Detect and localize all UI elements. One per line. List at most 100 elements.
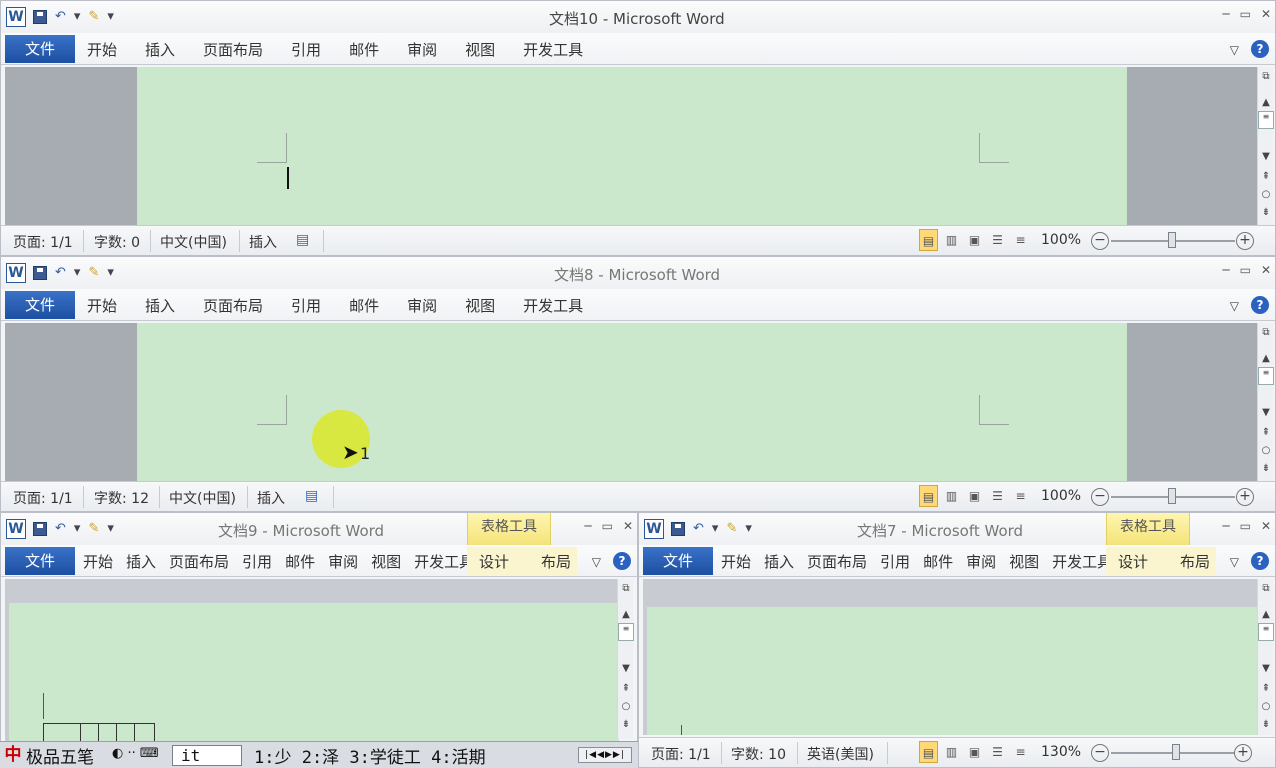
tab-references[interactable]: 引用 [291, 39, 321, 60]
web-layout-icon[interactable]: ▣ [965, 741, 984, 763]
minimize-icon[interactable]: ─ [1222, 7, 1229, 21]
scroll-down-icon[interactable]: ▼ [1258, 663, 1274, 674]
help-icon[interactable]: ? [613, 552, 631, 570]
undo-dropdown-icon[interactable]: ▾ [74, 264, 81, 282]
scroll-thumb[interactable]: ≡ [1258, 111, 1274, 129]
tab-view[interactable]: 视图 [465, 295, 495, 316]
full-screen-reading-icon[interactable]: ▥ [942, 485, 961, 507]
scroll-down-icon[interactable]: ▼ [1258, 151, 1274, 162]
minimize-icon[interactable]: ─ [584, 519, 591, 533]
language[interactable]: 英语(美国) [807, 744, 874, 764]
print-layout-icon[interactable]: ▤ [919, 229, 938, 251]
tab-home[interactable]: 开始 [83, 551, 113, 572]
browse-object-icon[interactable]: ○ [1258, 445, 1274, 456]
tab-review[interactable]: 审阅 [407, 39, 437, 60]
zoom-level[interactable]: 100% [1041, 232, 1081, 248]
restore-icon[interactable]: ▭ [1240, 519, 1251, 533]
format-painter-icon[interactable]: ✎ [88, 8, 99, 26]
document-page[interactable] [137, 323, 1127, 483]
word-logo-icon[interactable]: W [6, 519, 26, 539]
tab-layout[interactable]: 布局 [541, 551, 571, 572]
tab-page-layout[interactable]: 页面布局 [807, 551, 867, 572]
tab-file[interactable]: 文件 [5, 35, 75, 63]
ribbon-chevron-icon[interactable]: ▽ [592, 555, 601, 569]
save-icon[interactable] [33, 266, 47, 280]
document-page[interactable] [9, 603, 619, 754]
tab-page-layout[interactable]: 页面布局 [169, 551, 229, 572]
undo-dropdown-icon[interactable]: ▾ [74, 520, 81, 538]
undo-dropdown-icon[interactable]: ▾ [712, 520, 719, 538]
vertical-scrollbar[interactable]: ⧉ ▲ ≡ ▼ ⇞ ○ ⇟ [1257, 67, 1274, 227]
help-icon[interactable]: ? [1251, 552, 1269, 570]
ruler-toggle-icon[interactable]: ⧉ [1258, 583, 1274, 594]
customize-qat-icon[interactable]: ▾ [107, 520, 114, 538]
outline-icon[interactable]: ☰ [988, 741, 1007, 763]
prev-page-icon[interactable]: ⇞ [1258, 171, 1274, 182]
tab-mailings[interactable]: 邮件 [285, 551, 315, 572]
tab-design[interactable]: 设计 [1118, 551, 1148, 572]
undo-icon[interactable]: ↶ [55, 520, 66, 538]
draft-icon[interactable]: ≡ [1011, 741, 1030, 763]
tab-insert[interactable]: 插入 [145, 39, 175, 60]
browse-object-icon[interactable]: ○ [1258, 189, 1274, 200]
ime-logo-icon[interactable]: 中 [2, 744, 24, 766]
language[interactable]: 中文(中国) [169, 488, 236, 508]
zoom-slider-thumb[interactable] [1168, 232, 1176, 248]
ribbon-chevron-icon[interactable]: ▽ [1230, 555, 1239, 569]
scroll-up-icon[interactable]: ▲ [618, 609, 634, 620]
outline-icon[interactable]: ☰ [988, 229, 1007, 251]
full-screen-reading-icon[interactable]: ▥ [942, 229, 961, 251]
tab-references[interactable]: 引用 [242, 551, 272, 572]
browse-object-icon[interactable]: ○ [1258, 701, 1274, 712]
tab-file[interactable]: 文件 [5, 547, 75, 575]
insert-mode[interactable]: 插入 [249, 232, 277, 252]
prev-page-icon[interactable]: ⇞ [1258, 427, 1274, 438]
undo-icon[interactable]: ↶ [55, 264, 66, 282]
undo-icon[interactable]: ↶ [693, 520, 704, 538]
restore-icon[interactable]: ▭ [1240, 263, 1251, 277]
next-page-icon[interactable]: ⇟ [1258, 207, 1274, 218]
ruler-toggle-icon[interactable]: ⧉ [1258, 327, 1274, 338]
next-page-icon[interactable]: ⇟ [1258, 463, 1274, 474]
ruler-toggle-icon[interactable]: ⧉ [618, 583, 634, 594]
web-layout-icon[interactable]: ▣ [965, 229, 984, 251]
customize-qat-icon[interactable]: ▾ [107, 264, 114, 282]
tab-developer[interactable]: 开发工具 [523, 295, 583, 316]
scroll-up-icon[interactable]: ▲ [1258, 97, 1274, 108]
vertical-scrollbar[interactable]: ⧉ ▲ ≡ ▼ ⇞ ○ ⇟ [1257, 323, 1274, 483]
zoom-in-icon[interactable]: + [1236, 488, 1254, 506]
close-icon[interactable]: ✕ [1261, 7, 1271, 21]
undo-icon[interactable]: ↶ [55, 8, 66, 26]
macro-icon[interactable]: ▤ [305, 488, 318, 504]
tab-home[interactable]: 开始 [721, 551, 751, 572]
print-layout-icon[interactable]: ▤ [919, 485, 938, 507]
draft-icon[interactable]: ≡ [1011, 485, 1030, 507]
tab-developer[interactable]: 开发工具 [1052, 551, 1112, 572]
tab-mailings[interactable]: 邮件 [349, 295, 379, 316]
document-area[interactable] [5, 323, 1257, 483]
help-icon[interactable]: ? [1251, 296, 1269, 314]
scroll-down-icon[interactable]: ▼ [1258, 407, 1274, 418]
zoom-level[interactable]: 130% [1041, 744, 1081, 760]
tab-view[interactable]: 视图 [371, 551, 401, 572]
minimize-icon[interactable]: ─ [1222, 519, 1229, 533]
save-icon[interactable] [33, 10, 47, 24]
tab-file[interactable]: 文件 [5, 291, 75, 319]
close-icon[interactable]: ✕ [623, 519, 633, 533]
scroll-thumb[interactable]: ≡ [1258, 623, 1274, 641]
zoom-slider-thumb[interactable] [1172, 744, 1180, 760]
word-count[interactable]: 字数: 0 [94, 232, 140, 252]
document-area[interactable] [5, 67, 1257, 227]
help-icon[interactable]: ? [1251, 40, 1269, 58]
zoom-level[interactable]: 100% [1041, 488, 1081, 504]
format-painter-icon[interactable]: ✎ [88, 264, 99, 282]
zoom-out-icon[interactable]: − [1091, 232, 1109, 250]
document-page[interactable] [137, 67, 1127, 227]
minimize-icon[interactable]: ─ [1222, 263, 1229, 277]
document-area[interactable] [5, 579, 619, 754]
format-painter-icon[interactable]: ✎ [726, 520, 737, 538]
tab-developer[interactable]: 开发工具 [523, 39, 583, 60]
close-icon[interactable]: ✕ [1261, 519, 1271, 533]
restore-icon[interactable]: ▭ [1240, 7, 1251, 21]
page-count[interactable]: 页面: 1/1 [651, 744, 711, 764]
